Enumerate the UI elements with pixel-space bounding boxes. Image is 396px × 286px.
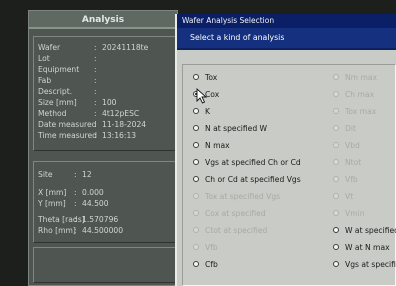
option-vfb[interactable]: Vfb [193, 243, 218, 255]
option-tox[interactable]: Tox [193, 73, 217, 85]
analysis-panel: Analysis Wafer:20241118te Lot: Equipment… [28, 10, 178, 286]
option-k[interactable]: K [193, 107, 210, 119]
panel-footer-box [33, 247, 177, 283]
radio-icon[interactable] [193, 244, 199, 250]
radio-icon[interactable] [193, 125, 199, 131]
info-key: Wafer [38, 43, 61, 52]
option-ctot-at-specified[interactable]: Ctot at specified [193, 226, 267, 238]
option-nm-max[interactable]: Nm max [333, 73, 377, 85]
radio-icon[interactable] [333, 227, 339, 233]
option-ntot[interactable]: Ntot [333, 158, 361, 170]
dialog-subtitle: Select a kind of analysis [177, 28, 396, 50]
info-value: 11-18-2024 [102, 120, 147, 129]
option-ch-or-cd-at-specified-vgs[interactable]: Ch or Cd at specified Vgs [193, 175, 301, 187]
site-value: 1.570796 [82, 215, 119, 224]
radio-icon[interactable] [193, 261, 199, 267]
info-row-fab: Fab: [38, 76, 97, 85]
site-value: 12 [82, 170, 92, 179]
option-vgs-at-specified-right[interactable]: Vgs at specified [333, 260, 396, 272]
radio-icon[interactable] [193, 227, 199, 233]
option-dit[interactable]: Dit [333, 124, 356, 136]
site-key: Rho [mm] [38, 226, 76, 235]
site-key: X [mm] [38, 188, 67, 197]
info-row-size: Size [mm]:100 [38, 98, 117, 107]
dialog-titlebar[interactable]: Wafer Analysis Selection [177, 14, 396, 28]
site-key: Y [mm] [38, 199, 66, 208]
option-w-at-n-max[interactable]: W at N max [333, 243, 390, 255]
site-row-x: X [mm]:0.000 [38, 188, 104, 197]
site-info-box: Site:12 X [mm]:0.000 Y [mm]:44.500 Theta… [33, 161, 177, 243]
panel-title: Analysis [29, 11, 177, 29]
analysis-options-group: Tox Cox K N at specified W N max Vgs at … [182, 64, 396, 286]
radio-icon[interactable] [193, 193, 199, 199]
info-key: Descript. [38, 87, 73, 96]
wafer-info-box: Wafer:20241118te Lot: Equipment: Fab: De… [33, 36, 177, 151]
info-row-method: Method:4t12pESC [38, 109, 140, 118]
radio-icon[interactable] [193, 74, 199, 80]
info-key: Equipment [38, 65, 80, 74]
site-value: 0.000 [82, 188, 104, 197]
radio-icon[interactable] [333, 91, 339, 97]
option-tox-at-specified-vgs[interactable]: Tox at specified Vgs [193, 192, 280, 204]
info-key: Time measured [38, 131, 97, 140]
radio-icon[interactable] [333, 244, 339, 250]
info-value: 4t12pESC [102, 109, 140, 118]
radio-icon[interactable] [333, 142, 339, 148]
option-vmin[interactable]: Vmin [333, 209, 365, 221]
option-vfb-right[interactable]: Vfb [333, 175, 358, 187]
radio-icon[interactable] [333, 108, 339, 114]
info-key: Method [38, 109, 67, 118]
site-row-theta: Theta [rads]:1.570796 [38, 215, 119, 224]
site-row: Site:12 [38, 170, 92, 179]
info-row-date: Date measured:11-18-2024 [38, 120, 147, 129]
site-value: 44.500 [82, 199, 109, 208]
site-key: Theta [rads] [38, 215, 85, 224]
info-row-wafer: Wafer:20241118te [38, 43, 149, 52]
radio-icon[interactable] [193, 142, 199, 148]
radio-icon[interactable] [193, 108, 199, 114]
radio-icon[interactable] [333, 261, 339, 267]
radio-icon[interactable] [193, 159, 199, 165]
site-value: 44.500000 [82, 226, 124, 235]
option-ch-max[interactable]: Ch max [333, 90, 374, 102]
radio-icon[interactable] [193, 176, 199, 182]
info-value: 20241118te [102, 43, 149, 52]
info-key: Size [mm] [38, 98, 77, 107]
info-key: Lot [38, 54, 50, 63]
option-vbd[interactable]: Vbd [333, 141, 360, 153]
option-n-at-specified-w[interactable]: N at specified W [193, 124, 267, 136]
option-w-at-specified[interactable]: W at specified [333, 226, 396, 238]
radio-icon[interactable] [333, 193, 339, 199]
wafer-analysis-dialog: Wafer Analysis Selection Select a kind o… [175, 14, 396, 286]
radio-icon[interactable] [193, 210, 199, 216]
info-value: 13:16:13 [102, 131, 137, 140]
option-tox-max[interactable]: Tox max [333, 107, 376, 119]
info-row-descript: Descript.: [38, 87, 97, 96]
option-n-max[interactable]: N max [193, 141, 230, 153]
radio-icon[interactable] [333, 210, 339, 216]
info-key: Fab [38, 76, 52, 85]
site-row-y: Y [mm]:44.500 [38, 199, 109, 208]
site-row-rho: Rho [mm]:44.500000 [38, 226, 124, 235]
option-vgs-at-specified[interactable]: Vgs at specified Ch or Cd [193, 158, 301, 170]
radio-icon[interactable] [333, 176, 339, 182]
radio-icon[interactable] [333, 159, 339, 165]
option-cox-at-specified[interactable]: Cox at specified [193, 209, 266, 221]
radio-icon[interactable] [333, 125, 339, 131]
site-key: Site [38, 170, 53, 179]
mouse-pointer-icon [196, 88, 208, 104]
option-vt[interactable]: Vt [333, 192, 353, 204]
info-row-equipment: Equipment: [38, 65, 97, 74]
info-row-lot: Lot: [38, 54, 97, 63]
info-row-time: Time measured:13:16:13 [38, 131, 137, 140]
info-key: Date measured [38, 120, 97, 129]
radio-icon[interactable] [333, 74, 339, 80]
option-cfb[interactable]: Cfb [193, 260, 218, 272]
info-value: 100 [102, 98, 117, 107]
